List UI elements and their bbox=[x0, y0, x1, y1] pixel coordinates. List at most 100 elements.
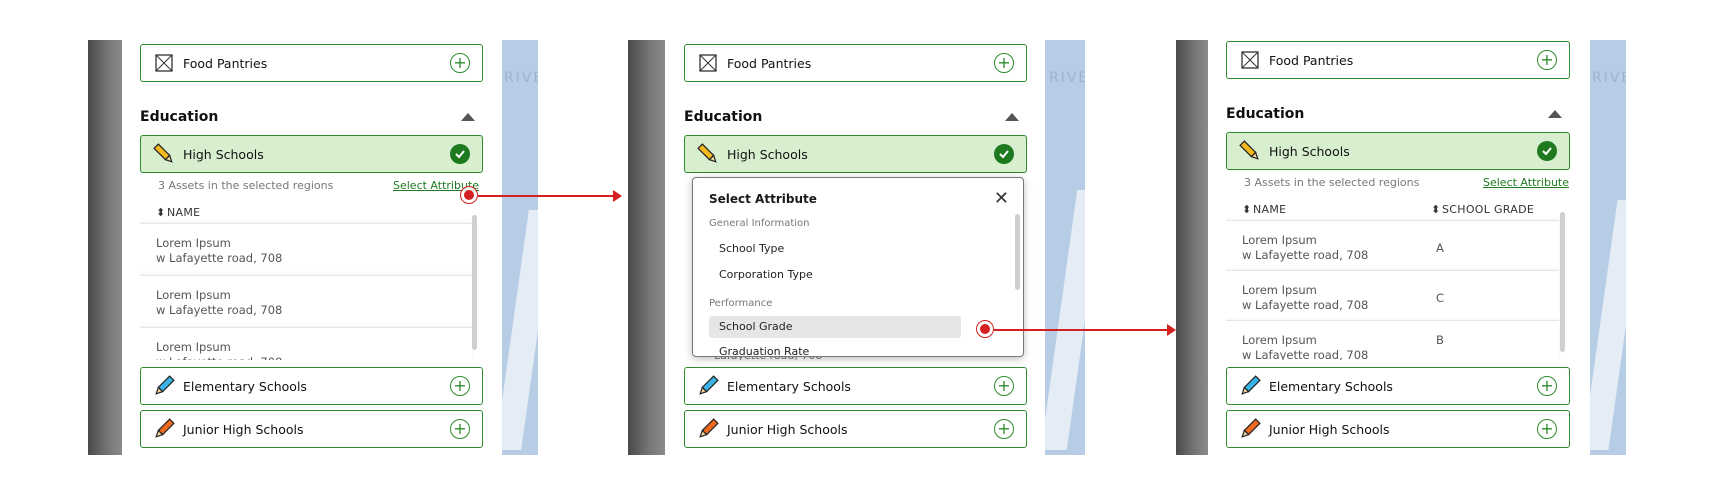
pencil-blue-icon bbox=[153, 375, 175, 397]
add-icon[interactable]: + bbox=[450, 419, 470, 439]
row-address: w Lafayette road, 708 bbox=[156, 303, 283, 317]
add-icon[interactable]: + bbox=[450, 53, 470, 73]
option-school-type[interactable]: School Type bbox=[709, 238, 961, 260]
collapse-icon[interactable] bbox=[1005, 113, 1019, 121]
pencil-blue-icon bbox=[697, 375, 719, 397]
add-icon[interactable]: + bbox=[994, 53, 1014, 73]
category-high-schools[interactable]: High Schools bbox=[1226, 132, 1570, 170]
category-elementary-schools[interactable]: Elementary Schools + bbox=[140, 367, 483, 405]
option-corporation-type[interactable]: Corporation Type bbox=[709, 264, 961, 286]
arrow-head-icon bbox=[613, 190, 622, 202]
add-icon[interactable]: + bbox=[1537, 419, 1557, 439]
collapse-icon[interactable] bbox=[461, 113, 475, 121]
scrollbar[interactable] bbox=[472, 215, 477, 350]
map-edge-3[interactable]: RIVE bbox=[1590, 40, 1626, 455]
row-name: Lorem Ipsum bbox=[1242, 233, 1317, 247]
sort-icon[interactable]: ⬍ bbox=[156, 206, 166, 219]
category-label: Elementary Schools bbox=[727, 378, 851, 394]
option-school-grade[interactable]: School Grade bbox=[709, 316, 961, 338]
column-header-name[interactable]: NAME bbox=[1253, 203, 1286, 216]
add-icon[interactable]: + bbox=[994, 419, 1014, 439]
arrow-head-icon bbox=[1167, 324, 1176, 336]
check-icon[interactable] bbox=[1537, 141, 1557, 161]
row-name: Lorem Ipsum bbox=[156, 288, 231, 302]
map-label: RIVE bbox=[1049, 70, 1085, 86]
left-sidebar-shadow bbox=[1176, 40, 1208, 455]
category-label: Food Pantries bbox=[727, 55, 812, 71]
check-icon[interactable] bbox=[994, 144, 1014, 164]
row-name: Lorem Ipsum bbox=[1242, 283, 1317, 297]
category-high-schools[interactable]: High Schools bbox=[684, 135, 1027, 173]
add-icon[interactable]: + bbox=[1537, 376, 1557, 396]
scrollbar[interactable] bbox=[1560, 212, 1565, 352]
row-grade: A bbox=[1436, 241, 1444, 255]
row-address: w Lafayette road, 708 bbox=[1242, 348, 1369, 360]
map-edge-1[interactable]: RIVE bbox=[502, 40, 538, 455]
table-row[interactable]: Lorem Ipsum w Lafayette road, 708 bbox=[140, 223, 472, 271]
group-label-performance: Performance bbox=[709, 298, 773, 309]
add-icon[interactable]: + bbox=[1537, 50, 1557, 70]
map-label: RIVE bbox=[504, 70, 538, 86]
left-sidebar-shadow bbox=[628, 40, 665, 455]
select-attribute-popup[interactable]: Select Attribute ✕ General Information S… bbox=[692, 177, 1024, 357]
category-label: Elementary Schools bbox=[183, 378, 307, 394]
pencil-yellow-icon bbox=[153, 143, 175, 165]
map-edge-2[interactable]: RIVE bbox=[1045, 40, 1085, 455]
column-header-name[interactable]: NAME bbox=[167, 206, 200, 219]
category-food-pantries[interactable]: Food Pantries + bbox=[684, 44, 1027, 82]
image-placeholder-icon bbox=[1239, 49, 1261, 71]
category-junior-high-schools[interactable]: Junior High Schools + bbox=[140, 410, 483, 448]
category-junior-high-schools[interactable]: Junior High Schools + bbox=[1226, 410, 1570, 448]
category-label: Junior High Schools bbox=[727, 421, 848, 437]
category-label: Junior High Schools bbox=[1269, 421, 1390, 437]
popup-title: Select Attribute bbox=[709, 192, 817, 206]
category-label: High Schools bbox=[1269, 143, 1350, 159]
sort-icon[interactable]: ⬍ bbox=[1242, 203, 1252, 216]
section-heading-education: Education bbox=[140, 109, 219, 125]
flow-arrow bbox=[994, 329, 1167, 331]
add-icon[interactable]: + bbox=[994, 376, 1014, 396]
check-icon[interactable] bbox=[450, 144, 470, 164]
category-elementary-schools[interactable]: Elementary Schools + bbox=[1226, 367, 1570, 405]
category-label: Junior High Schools bbox=[183, 421, 304, 437]
section-heading-education: Education bbox=[684, 109, 763, 125]
row-address: w Lafayette road, 708 bbox=[1242, 248, 1369, 262]
click-marker bbox=[460, 186, 478, 204]
table-row[interactable]: Lorem Ipsum w Lafayette road, 708 C bbox=[1226, 270, 1559, 318]
flow-arrow bbox=[478, 195, 613, 197]
category-food-pantries[interactable]: Food Pantries + bbox=[1226, 41, 1570, 79]
table-row[interactable]: Lorem Ipsum w Lafayette road, 708 B bbox=[1226, 320, 1559, 360]
row-grade: C bbox=[1436, 291, 1445, 305]
category-high-schools[interactable]: High Schools bbox=[140, 135, 483, 173]
select-attribute-link[interactable]: Select Attribute bbox=[1483, 176, 1569, 189]
add-icon[interactable]: + bbox=[450, 376, 470, 396]
left-sidebar-shadow bbox=[88, 40, 122, 455]
image-placeholder-icon bbox=[153, 52, 175, 74]
category-food-pantries[interactable]: Food Pantries + bbox=[140, 44, 483, 82]
assets-detail-1: 3 Assets in the selected regions Select … bbox=[140, 173, 483, 360]
row-name: Lorem Ipsum bbox=[156, 340, 231, 354]
scrollbar[interactable] bbox=[1015, 214, 1020, 290]
category-label: High Schools bbox=[183, 146, 264, 162]
assets-count: 3 Assets in the selected regions bbox=[158, 179, 334, 192]
pencil-orange-icon bbox=[153, 418, 175, 440]
map-label: RIVE bbox=[1592, 70, 1626, 86]
row-name: Lorem Ipsum bbox=[156, 236, 231, 250]
column-header-school-grade[interactable]: SCHOOL GRADE bbox=[1442, 203, 1534, 216]
pencil-orange-icon bbox=[1239, 418, 1261, 440]
table-row[interactable]: Lorem Ipsum w Lafayette road, 708 A bbox=[1226, 220, 1559, 268]
collapse-icon[interactable] bbox=[1548, 110, 1562, 118]
category-elementary-schools[interactable]: Elementary Schools + bbox=[684, 367, 1027, 405]
table-row[interactable]: Lorem Ipsum w Lafayette road, 708 bbox=[140, 275, 472, 323]
pencil-yellow-icon bbox=[697, 143, 719, 165]
close-icon[interactable]: ✕ bbox=[994, 188, 1009, 209]
option-graduation-rate[interactable]: Graduation Rate bbox=[709, 341, 961, 356]
category-label: Food Pantries bbox=[1269, 52, 1354, 68]
category-label: High Schools bbox=[727, 146, 808, 162]
row-grade: B bbox=[1436, 333, 1444, 347]
section-heading-education: Education bbox=[1226, 106, 1305, 122]
table-row[interactable]: Lorem Ipsum w Lafayette road, 708 bbox=[140, 327, 472, 360]
category-junior-high-schools[interactable]: Junior High Schools + bbox=[684, 410, 1027, 448]
sort-icon[interactable]: ⬍ bbox=[1431, 203, 1441, 216]
row-address: w Lafayette road, 708 bbox=[1242, 298, 1369, 312]
